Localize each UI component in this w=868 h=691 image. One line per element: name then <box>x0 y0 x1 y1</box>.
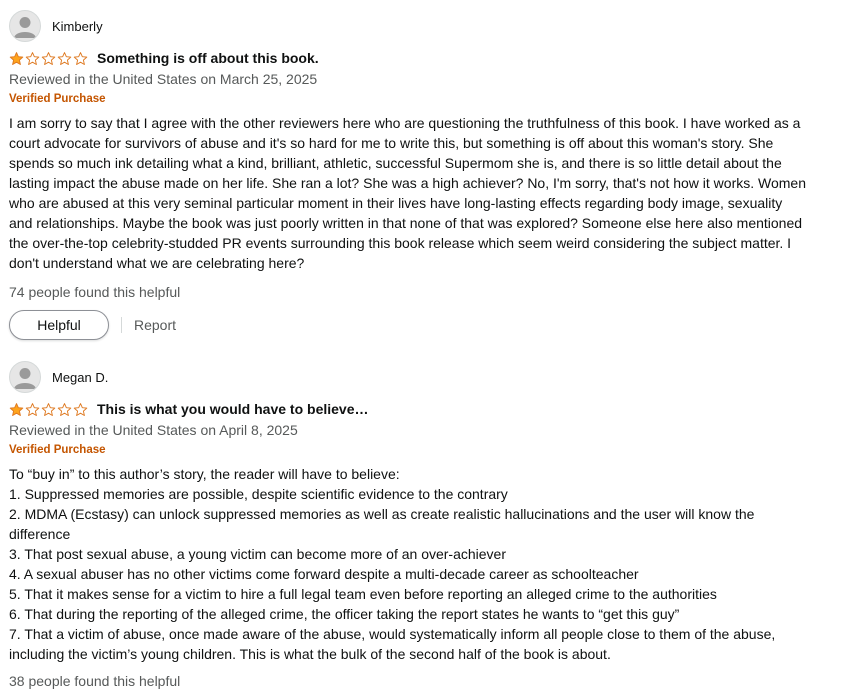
review-body-line: 3. That post sexual abuse, a young victi… <box>9 546 507 562</box>
review-body-line: To “buy in” to this author’s story, the … <box>9 466 400 482</box>
reviewer-name[interactable]: Kimberly <box>52 19 103 34</box>
review-body-line: 5. That it makes sense for a victim to h… <box>9 586 717 602</box>
star-empty-icon <box>25 402 40 416</box>
helpful-button[interactable]: Helpful <box>9 310 109 340</box>
review-actions: Helpful Report <box>9 310 868 340</box>
star-filled-icon <box>9 51 24 65</box>
star-empty-icon <box>73 51 88 65</box>
review-body: To “buy in” to this author’s story, the … <box>9 464 809 664</box>
review-body-line: 4. A sexual abuser has no other victims … <box>9 566 639 582</box>
helpful-count: 74 people found this helpful <box>9 284 181 300</box>
reviewer-profile[interactable]: Kimberly <box>9 10 868 42</box>
star-empty-icon <box>73 402 88 416</box>
user-silhouette-icon <box>14 17 36 38</box>
user-silhouette-icon <box>14 368 36 389</box>
avatar <box>9 10 41 42</box>
star-rating <box>9 51 88 66</box>
star-empty-icon <box>57 51 72 65</box>
verified-purchase-badge: Verified Purchase <box>9 93 106 105</box>
star-rating <box>9 402 88 417</box>
star-empty-icon <box>41 402 56 416</box>
review-title[interactable]: This is what you would have to believe… <box>97 401 369 417</box>
review-card: Megan D. This is what you would have to … <box>0 340 868 691</box>
divider <box>121 317 122 333</box>
star-filled-icon <box>9 402 24 416</box>
star-empty-icon <box>57 402 72 416</box>
review-card: Kimberly Something is off about this boo… <box>0 0 868 340</box>
review-body-line: 7. That a victim of abuse, once made awa… <box>9 626 776 662</box>
avatar <box>9 361 41 393</box>
star-empty-icon <box>41 51 56 65</box>
verified-purchase-badge: Verified Purchase <box>9 444 106 456</box>
reviewer-profile[interactable]: Megan D. <box>9 361 868 393</box>
review-body-line: 2. MDMA (Ecstasy) can unlock suppressed … <box>9 506 755 542</box>
star-empty-icon <box>25 51 40 65</box>
review-date: Reviewed in the United States on March 2… <box>9 71 318 87</box>
review-body-line: 6. That during the reporting of the alle… <box>9 606 680 622</box>
review-title[interactable]: Something is off about this book. <box>97 50 319 66</box>
review-date: Reviewed in the United States on April 8… <box>9 422 298 438</box>
reviewer-name[interactable]: Megan D. <box>52 370 108 385</box>
review-body-line: 1. Suppressed memories are possible, des… <box>9 486 508 502</box>
helpful-count: 38 people found this helpful <box>9 673 181 689</box>
report-link[interactable]: Report <box>134 317 176 333</box>
review-body: I am sorry to say that I agree with the … <box>9 115 807 271</box>
